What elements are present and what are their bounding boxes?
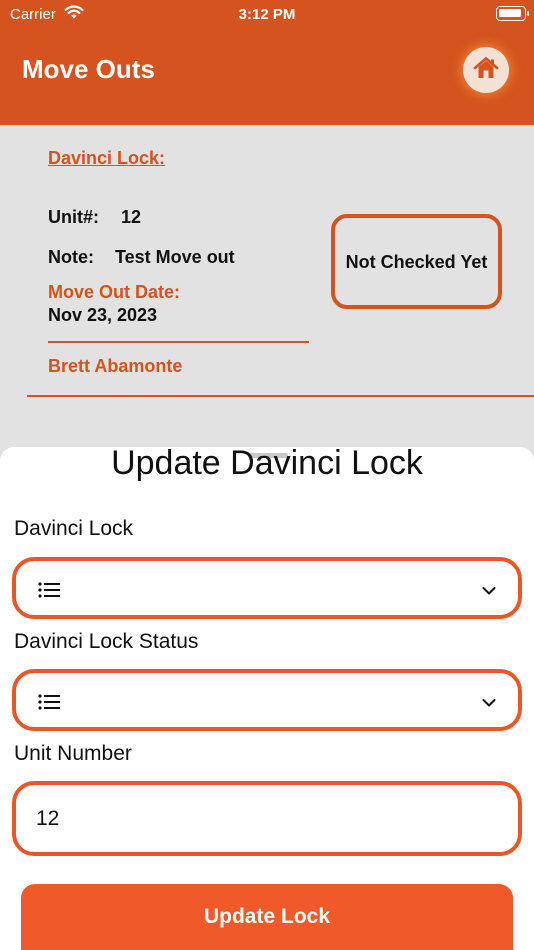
unit-number-input[interactable] — [12, 781, 522, 856]
move-out-date-value: Nov 23, 2023 — [48, 305, 158, 325]
update-lock-button[interactable]: Update Lock — [21, 884, 513, 950]
davinci-lock-select[interactable] — [12, 557, 522, 619]
note-label: Note: — [48, 247, 94, 267]
sheet-title: Update Davinci Lock — [111, 444, 423, 482]
lock-status-label: Davinci Lock Status — [14, 630, 199, 653]
card-divider — [48, 341, 309, 343]
unit-value: 12 — [121, 207, 142, 227]
unit-number-label: Unit Number — [14, 742, 132, 765]
davinci-lock-label: Davinci Lock — [14, 517, 134, 540]
card-bottom-divider — [27, 395, 534, 397]
status-badge: Not Checked Yet — [331, 214, 502, 309]
chevron-down-icon — [482, 695, 496, 713]
list-icon — [38, 582, 60, 603]
home-button[interactable] — [463, 47, 509, 93]
clock: 3:12 PM — [238, 6, 296, 23]
davinci-lock-link[interactable]: Davinci Lock: — [48, 148, 165, 169]
list-icon — [38, 694, 60, 715]
unit-label: Unit#: — [48, 207, 99, 227]
chevron-down-icon — [482, 583, 496, 601]
page-title: Move Outs — [22, 54, 155, 84]
lock-status-select[interactable] — [12, 669, 522, 731]
tenant-name: Brett Abamonte — [48, 356, 183, 376]
note-value: Test Move out — [115, 247, 235, 267]
app-header: Carrier 3:12 PM Move Outs — [0, 0, 534, 125]
house-icon — [473, 56, 499, 85]
move-out-date-label: Move Out Date: — [48, 282, 181, 302]
status-bar: Carrier 3:12 PM — [0, 0, 534, 28]
battery-icon — [496, 6, 529, 21]
